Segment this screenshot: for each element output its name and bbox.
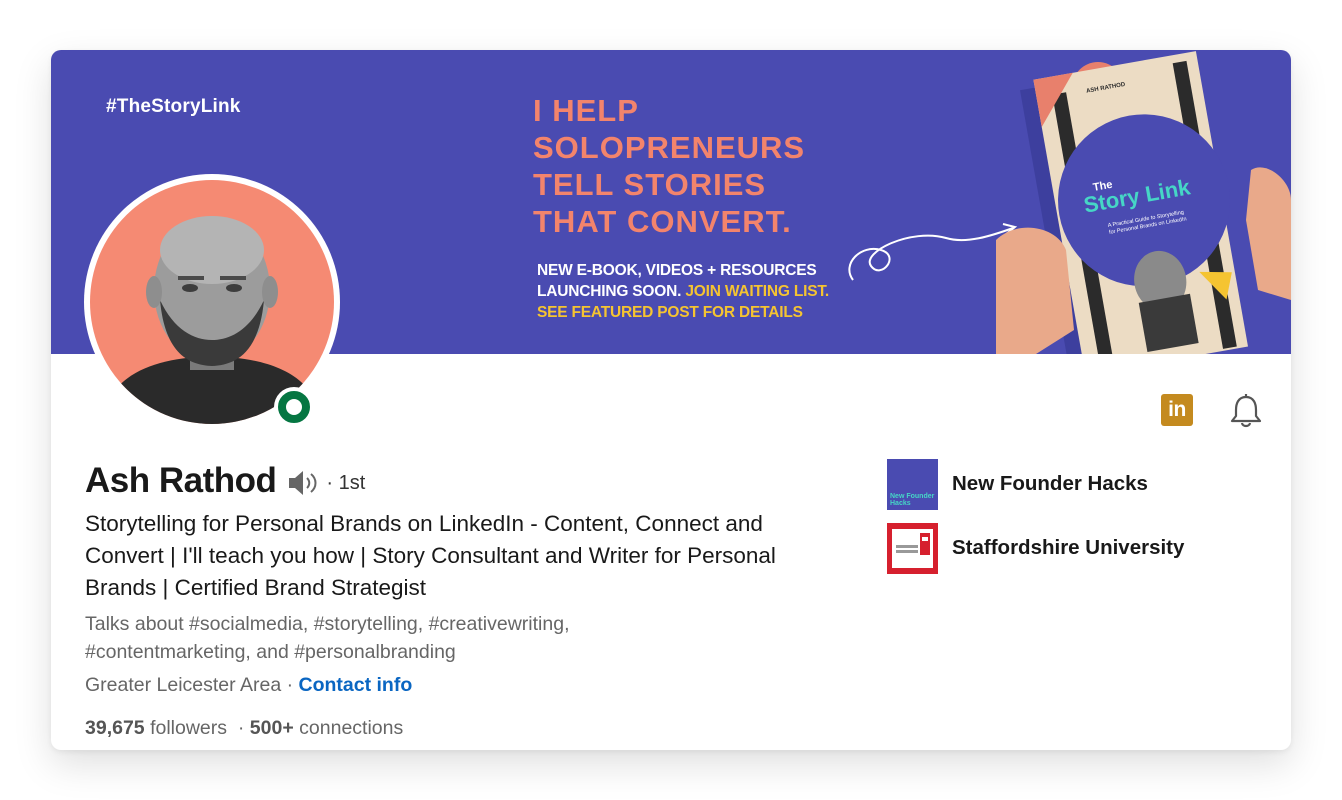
- followers-count[interactable]: 39,675: [85, 717, 145, 739]
- banner-sub-line: NEW E-BOOK, VIDEOS + RESOURCES: [537, 262, 817, 279]
- profile-location-row: Greater Leicester Area · Contact info: [85, 674, 412, 697]
- banner-headline: I HELP SOLOPRENEURS TELL STORIES THAT CO…: [533, 92, 805, 240]
- profile-stats: 39,675 followers · 500+ connections: [85, 717, 403, 740]
- followers-label[interactable]: followers: [150, 717, 227, 739]
- banner-headline-line: THAT CONVERT.: [533, 204, 792, 239]
- banner-headline-line: TELL STORIES: [533, 167, 767, 202]
- linkedin-premium-icon[interactable]: in: [1161, 394, 1193, 426]
- ebook-illustration: The Story Link A Practical Guide to Stor…: [996, 50, 1291, 354]
- profile-headline: Storytelling for Personal Brands on Link…: [85, 511, 776, 600]
- university-logo-mark: [892, 528, 933, 568]
- banner-headline-line: SOLOPRENEURS: [533, 130, 806, 165]
- new-founder-hacks-logo: New Founder Hacks: [887, 458, 938, 510]
- banner-sub-line: LAUNCHING SOON. JOIN WAITING LIST.: [537, 281, 829, 302]
- profile-orgs: New Founder Hacks New Founder Hacks Staf…: [887, 458, 1184, 586]
- university-crest-icon: [896, 532, 930, 555]
- online-status-badge: [274, 387, 314, 427]
- org-logo-text: New Founder Hacks: [890, 492, 935, 507]
- org-name: New Founder Hacks: [952, 472, 1148, 495]
- connections-count[interactable]: 500+: [250, 717, 294, 739]
- banner-hashtag: #TheStoryLink: [106, 96, 241, 117]
- profile-location: Greater Leicester Area ·: [85, 674, 294, 696]
- contact-info-link[interactable]: Contact info: [299, 674, 413, 696]
- banner-sub-line: SEE FEATURED POST FOR DETAILS: [537, 304, 803, 321]
- org-item-staffordshire-university[interactable]: Staffordshire University: [887, 522, 1184, 574]
- banner-sub-launch: LAUNCHING SOON.: [537, 283, 682, 300]
- bell-icon[interactable]: [1227, 392, 1265, 430]
- profile-name-row: Ash Rathod · 1st: [85, 461, 365, 501]
- connection-degree: · 1st: [326, 471, 366, 494]
- talks-about: Talks about #socialmedia, #storytelling,…: [85, 613, 570, 663]
- banner-arrow-icon: [848, 223, 1018, 281]
- ebook-cover-icon: The Story Link A Practical Guide to Stor…: [996, 51, 1291, 354]
- org-name: Staffordshire University: [952, 536, 1185, 559]
- banner-sub-waitlist: JOIN WAITING LIST.: [685, 283, 830, 300]
- profile-name: Ash Rathod: [85, 461, 277, 500]
- banner-headline-line: I HELP: [533, 93, 639, 128]
- speaker-icon[interactable]: [286, 468, 320, 498]
- banner-subtext: NEW E-BOOK, VIDEOS + RESOURCES LAUNCHING…: [537, 260, 829, 323]
- connections-label[interactable]: connections: [299, 717, 403, 739]
- staffordshire-university-logo: [887, 522, 938, 574]
- org-item-new-founder-hacks[interactable]: New Founder Hacks New Founder Hacks: [887, 458, 1184, 510]
- profile-card: #TheStoryLink I HELP SOLOPRENEURS TELL S…: [51, 50, 1291, 750]
- stats-separator: ·: [237, 717, 245, 739]
